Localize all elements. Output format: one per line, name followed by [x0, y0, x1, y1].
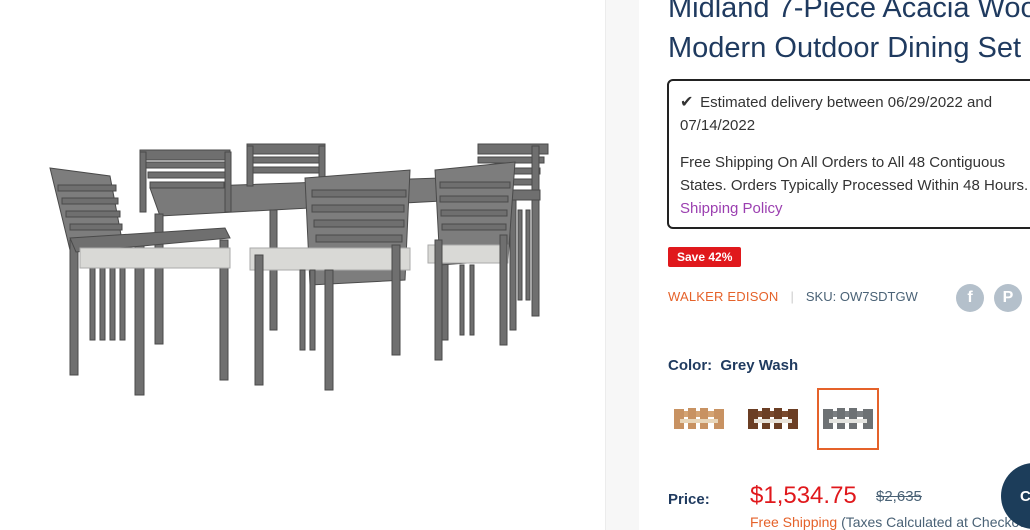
delivery-info-box: ✔ Estimated delivery between 06/29/2022 …: [667, 79, 1030, 229]
color-swatch-natural[interactable]: [668, 388, 730, 450]
product-title-line-1: Midland 7-Piece Acacia Wood: [668, 0, 1030, 24]
shipping-policy-link[interactable]: Shipping Policy: [680, 197, 1030, 220]
product-image[interactable]: [40, 130, 560, 420]
color-swatch-brown[interactable]: [742, 388, 804, 450]
chat-label: Chat: [1020, 487, 1030, 505]
color-label: Color:: [668, 357, 713, 374]
product-gallery: [0, 0, 605, 530]
delivery-text: Estimated delivery between 06/29/2022 an…: [680, 94, 993, 134]
current-price: $1,534.75: [750, 482, 857, 509]
brand-link[interactable]: WALKER EDISON: [668, 289, 778, 304]
swatch-image-natural: [674, 408, 724, 429]
product-meta: WALKER EDISON | SKU: OW7SDTGW: [668, 289, 918, 304]
product-title-line-2: Modern Outdoor Dining Set: [668, 32, 1022, 64]
gallery-divider: [605, 0, 639, 530]
tax-note: (Taxes Calculated at Checkout): [841, 514, 1030, 530]
sku-text: SKU: OW7SDTGW: [805, 289, 918, 304]
swatch-image-grey-wash: [823, 408, 873, 429]
original-price: $2,635: [876, 488, 922, 505]
delivery-estimate: ✔ Estimated delivery between 06/29/2022 …: [680, 91, 1030, 137]
pinterest-icon[interactable]: P: [994, 284, 1022, 312]
check-icon: ✔: [680, 94, 694, 111]
save-badge: Save 42%: [668, 247, 742, 267]
color-selector-label: Color: Grey Wash: [668, 357, 798, 374]
color-swatch-grey-wash[interactable]: [817, 388, 879, 450]
free-shipping-text: Free Shipping: [750, 514, 838, 530]
product-title: Midland 7-Piece Acacia Wood Modern Outdo…: [668, 0, 1030, 68]
price-label: Price:: [668, 491, 710, 508]
meta-separator: |: [790, 289, 794, 304]
swatch-image-brown: [748, 408, 798, 429]
shipping-line: Free Shipping (Taxes Calculated at Check…: [750, 514, 1030, 530]
color-value: Grey Wash: [720, 357, 799, 374]
facebook-icon[interactable]: f: [956, 284, 984, 312]
shipping-text: Free Shipping On All Orders to All 48 Co…: [680, 154, 1029, 194]
